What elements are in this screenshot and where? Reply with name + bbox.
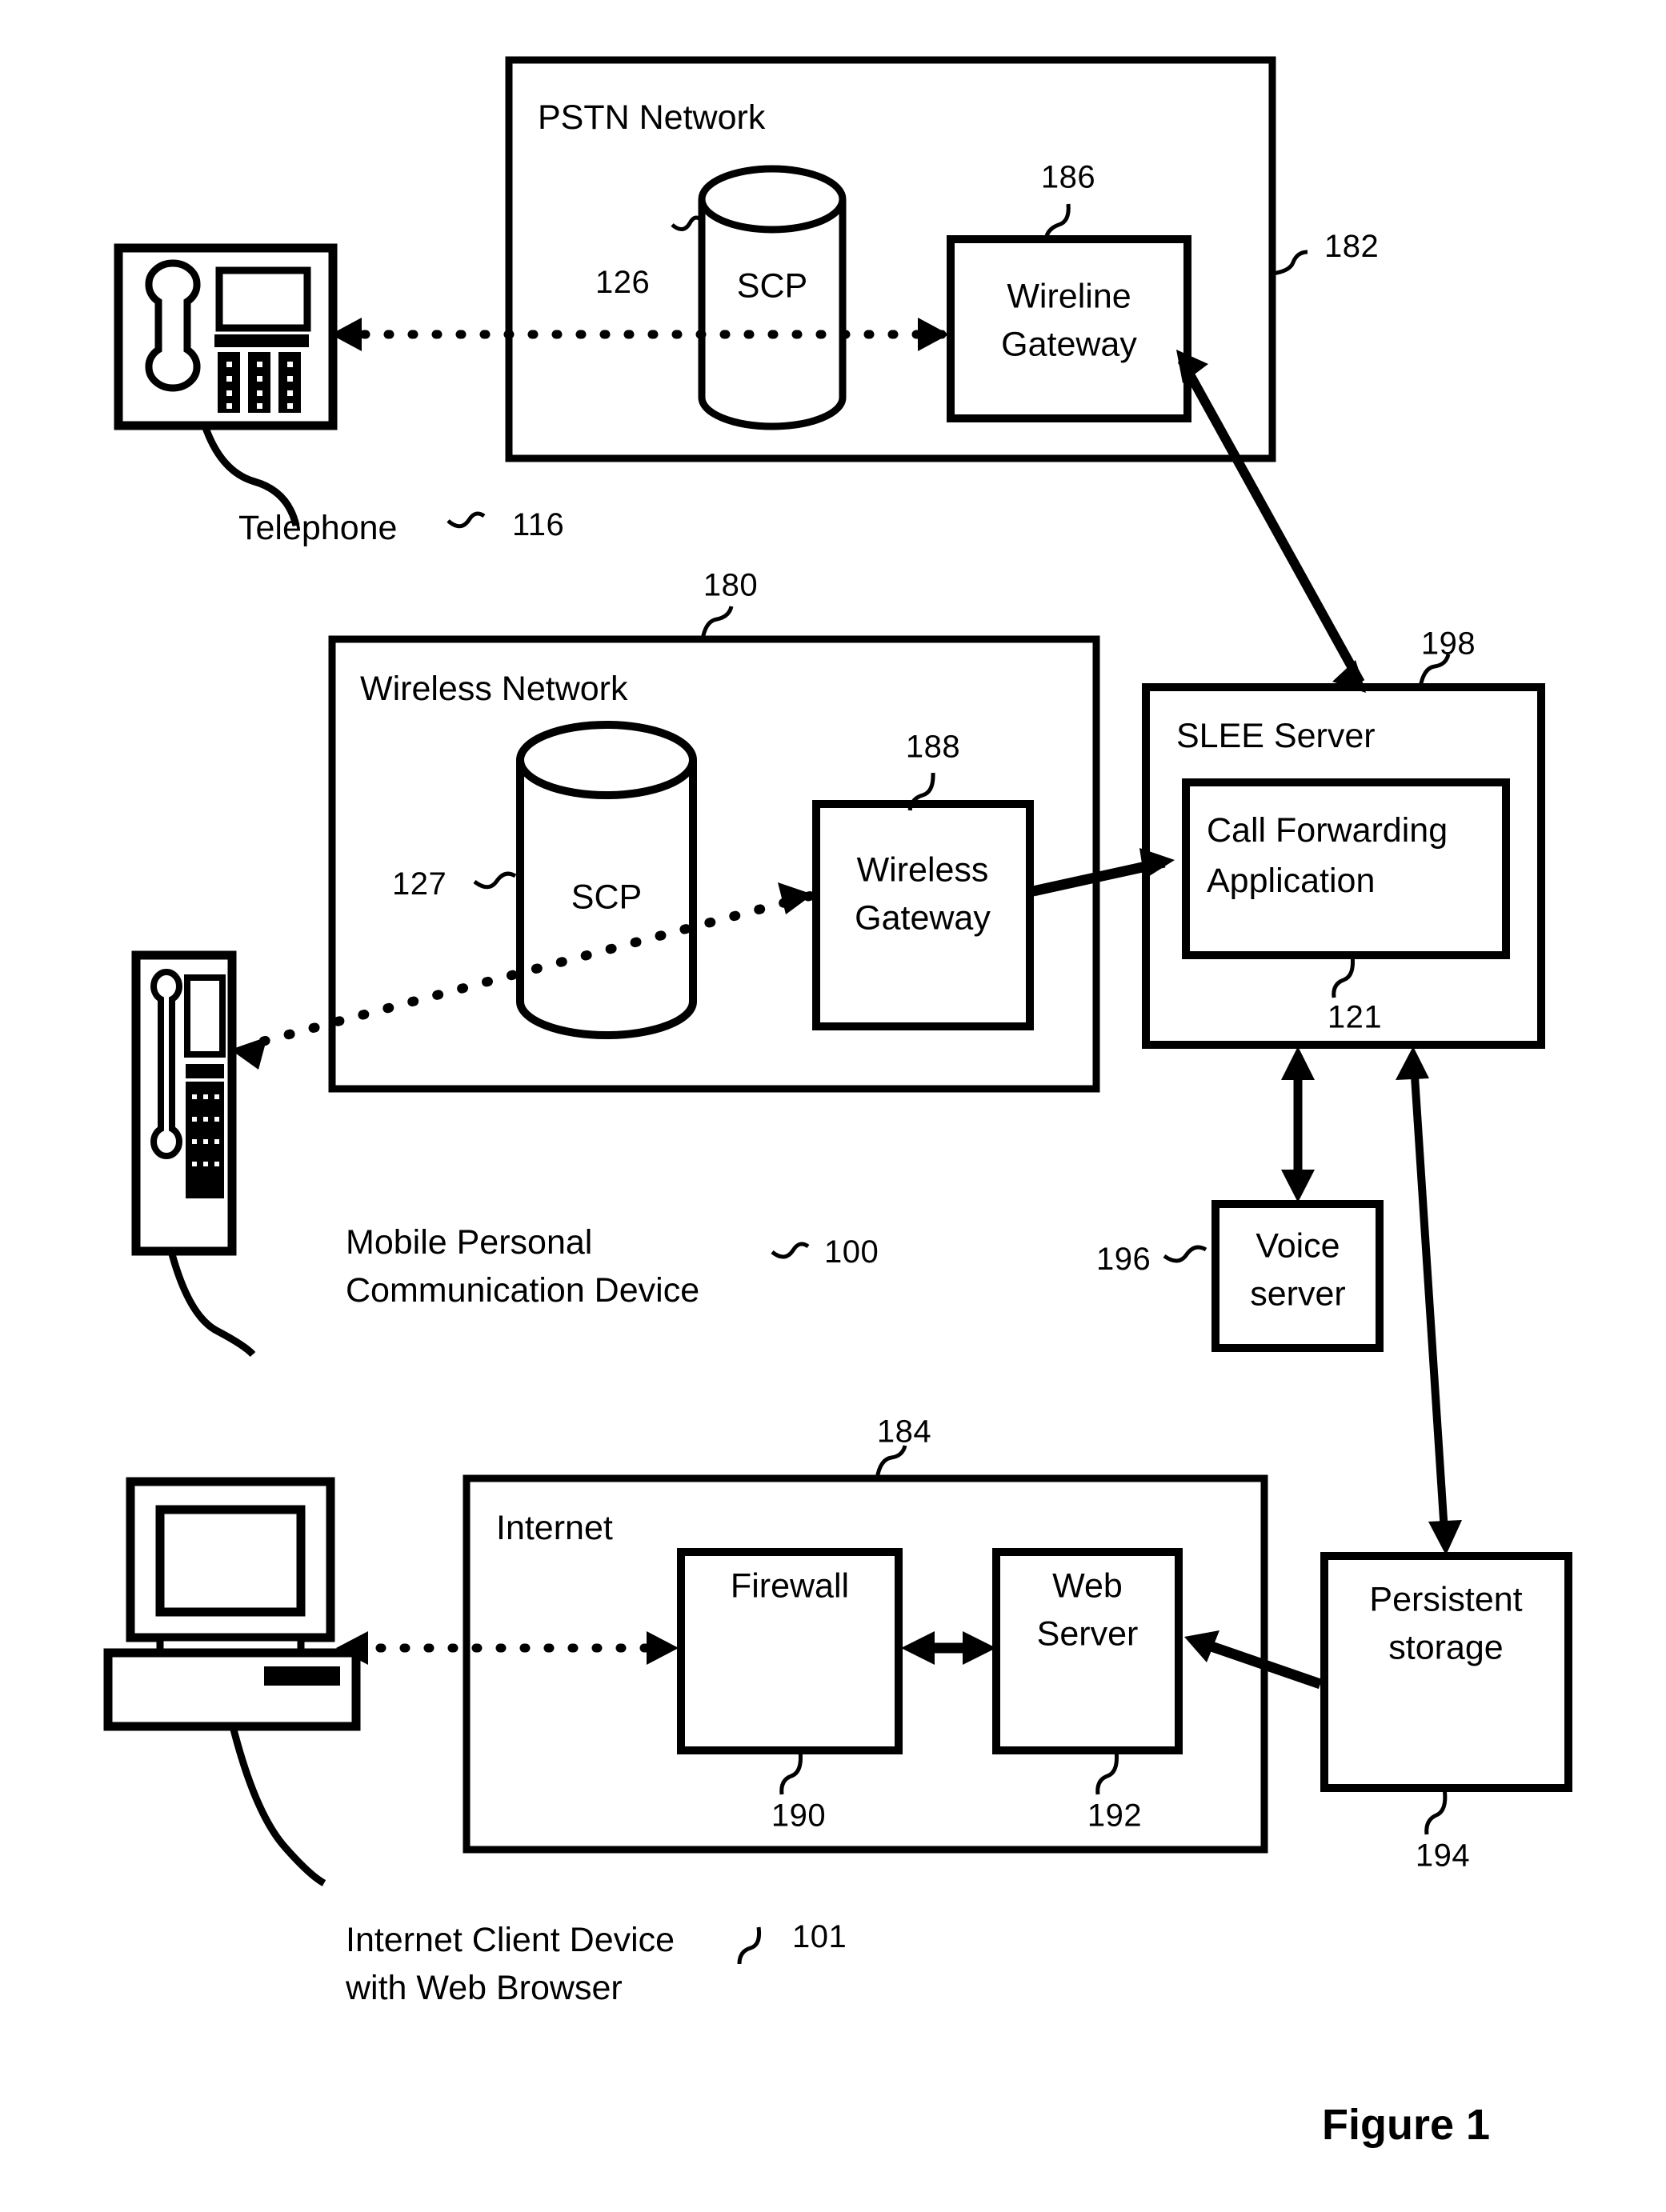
arrow-up-to-slee	[1281, 1046, 1315, 1080]
leader-182	[1272, 250, 1308, 276]
leader-126	[671, 215, 704, 231]
ref-101: 101	[792, 1919, 847, 1954]
ref-180: 180	[703, 567, 759, 603]
leader-116	[447, 511, 486, 529]
ref-196: 196	[1096, 1242, 1151, 1277]
patent-figure-page: PSTN Network 182 SCP 126 Wireline Gatewa…	[0, 0, 1666, 2212]
client-caption-1: Internet Client Device	[346, 1921, 675, 1959]
leader-127	[473, 871, 517, 890]
wireless-gateway-label-1: Wireless	[856, 850, 989, 890]
leader-mobile	[167, 1250, 256, 1358]
internet-dotted-arrow-right	[647, 1631, 679, 1665]
ref-190: 190	[771, 1798, 827, 1834]
leader-192	[1095, 1750, 1119, 1795]
ref-121: 121	[1327, 999, 1383, 1035]
mobile-caption-1: Mobile Personal	[346, 1223, 593, 1262]
arrow-up-to-slee-2	[1396, 1046, 1429, 1080]
wireless-gateway-label-2: Gateway	[855, 898, 991, 938]
diagram-vector-layer	[103, 56, 1572, 1965]
call-forwarding-label-1: Call Forwarding	[1207, 811, 1448, 850]
ref-188: 188	[905, 729, 961, 765]
ref-186: 186	[1040, 159, 1096, 195]
web-server-label-1: Web	[1052, 1566, 1123, 1606]
persistent-storage-label-1: Persistent	[1369, 1580, 1523, 1619]
scp-label-wireless: SCP	[571, 878, 643, 917]
web-server-label-2: Server	[1036, 1614, 1139, 1654]
ref-184: 184	[876, 1414, 932, 1450]
figure-caption: Figure 1	[1322, 2101, 1491, 2149]
leader-186	[1043, 203, 1071, 240]
wireline-gateway-label-2: Gateway	[1001, 325, 1137, 364]
wireline-gateway-label-1: Wireline	[1007, 277, 1131, 316]
ref-127: 127	[392, 866, 447, 902]
pstn-network-title: PSTN Network	[538, 98, 766, 137]
mobile-phone-icon	[131, 950, 237, 1256]
ref-192: 192	[1087, 1798, 1143, 1834]
voice-server-label-1: Voice	[1256, 1226, 1340, 1266]
call-forwarding-label-2: Application	[1207, 862, 1376, 900]
arrow-to-web-server	[963, 1631, 996, 1665]
telephone-caption: Telephone	[238, 509, 398, 547]
ref-198: 198	[1420, 626, 1476, 662]
ref-116: 116	[512, 507, 565, 542]
internet-title: Internet	[496, 1509, 613, 1547]
slee-storage-link	[1410, 1063, 1449, 1545]
arrow-to-firewall	[901, 1631, 935, 1665]
ref-194: 194	[1415, 1838, 1471, 1874]
leader-100	[771, 1242, 810, 1259]
ref-126: 126	[595, 265, 651, 300]
arrow-down-to-voice-server	[1281, 1170, 1315, 1202]
leader-196	[1163, 1245, 1207, 1263]
leader-190	[779, 1750, 803, 1795]
persistent-storage-label-2: storage	[1388, 1628, 1504, 1667]
arrow-down-to-storage	[1428, 1520, 1462, 1555]
pstn-dotted-arrow-right	[918, 318, 949, 351]
slee-server-title: SLEE Server	[1176, 717, 1376, 755]
scp-label-pstn: SCP	[736, 266, 808, 306]
voice-server-label-2: server	[1250, 1274, 1346, 1314]
leader-180	[700, 606, 734, 640]
mobile-caption-2: Communication Device	[346, 1271, 700, 1310]
firewall-label: Firewall	[730, 1566, 850, 1606]
desk-telephone-icon	[114, 243, 338, 430]
leader-194	[1424, 1787, 1448, 1835]
client-caption-2: with Web Browser	[346, 1969, 623, 2007]
ref-100: 100	[824, 1234, 879, 1270]
leader-101	[737, 1926, 761, 1965]
wireless-network-title: Wireless Network	[360, 670, 628, 708]
desktop-computer-icon	[103, 1477, 361, 1731]
ref-182: 182	[1324, 229, 1380, 264]
leader-client	[229, 1725, 326, 1886]
